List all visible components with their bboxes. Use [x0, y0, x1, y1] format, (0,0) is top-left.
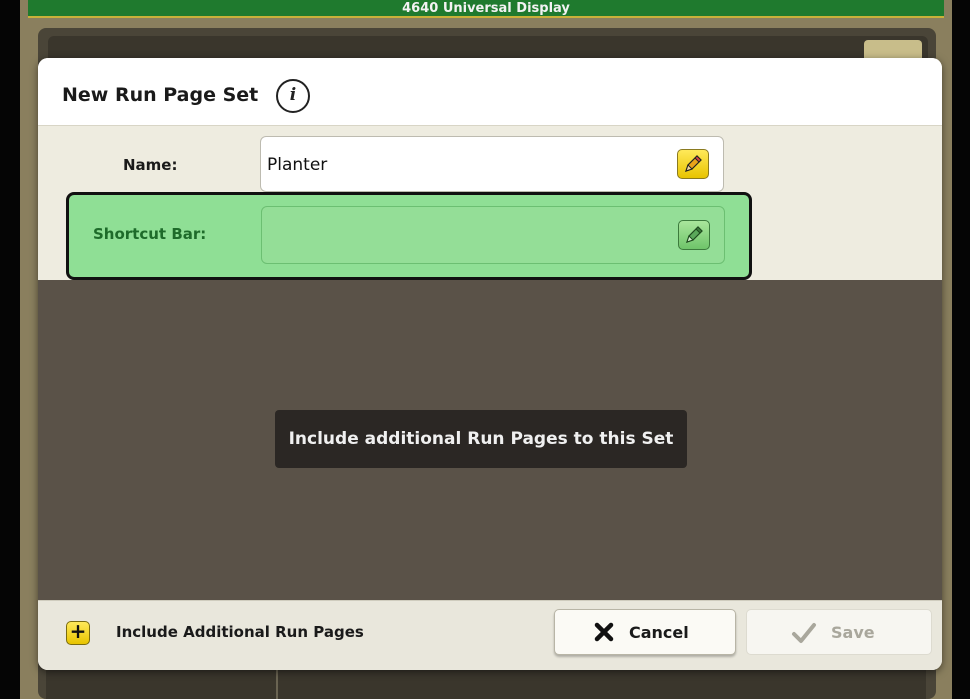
- left-border: [0, 0, 20, 699]
- name-label: Name:: [123, 156, 178, 174]
- dialog-title: New Run Page Set: [62, 84, 259, 106]
- new-run-page-set-dialog: New Run Page Set i Name: Planter Shortcu…: [38, 58, 942, 670]
- dialog-footer: + Include Additional Run Pages Cancel Sa…: [38, 600, 942, 670]
- plus-icon[interactable]: +: [66, 621, 90, 645]
- cancel-label: Cancel: [629, 623, 689, 642]
- background-footer: [46, 668, 926, 699]
- name-value: Planter: [267, 155, 328, 175]
- name-input[interactable]: Planter: [260, 136, 724, 192]
- close-icon: [594, 622, 614, 642]
- info-icon[interactable]: i: [276, 79, 310, 113]
- checkmark-icon: [792, 623, 816, 643]
- save-button[interactable]: Save: [746, 609, 932, 655]
- edit-name-button[interactable]: [677, 149, 709, 179]
- shortcut-bar-label: Shortcut Bar:: [93, 225, 207, 243]
- include-additional-run-pages-link[interactable]: Include Additional Run Pages: [116, 623, 364, 641]
- shortcut-bar-row[interactable]: Shortcut Bar:: [66, 192, 752, 280]
- pencil-icon: [686, 226, 703, 243]
- save-label: Save: [831, 623, 875, 642]
- edit-shortcut-bar-button[interactable]: [678, 220, 710, 250]
- cancel-button[interactable]: Cancel: [554, 609, 736, 655]
- background-divider: [276, 668, 278, 699]
- empty-state-message: Include additional Run Pages to this Set: [275, 410, 687, 468]
- shortcut-bar-input[interactable]: [261, 206, 725, 264]
- right-border: [952, 0, 970, 699]
- dialog-header: New Run Page Set i: [38, 58, 942, 126]
- device-title-bar: 4640 Universal Display: [28, 0, 944, 18]
- device-title: 4640 Universal Display: [402, 1, 570, 16]
- screen: 4640 Universal Display New Run Page Set …: [0, 0, 970, 699]
- run-pages-area: Include additional Run Pages to this Set: [38, 280, 942, 600]
- pencil-icon: [685, 155, 702, 172]
